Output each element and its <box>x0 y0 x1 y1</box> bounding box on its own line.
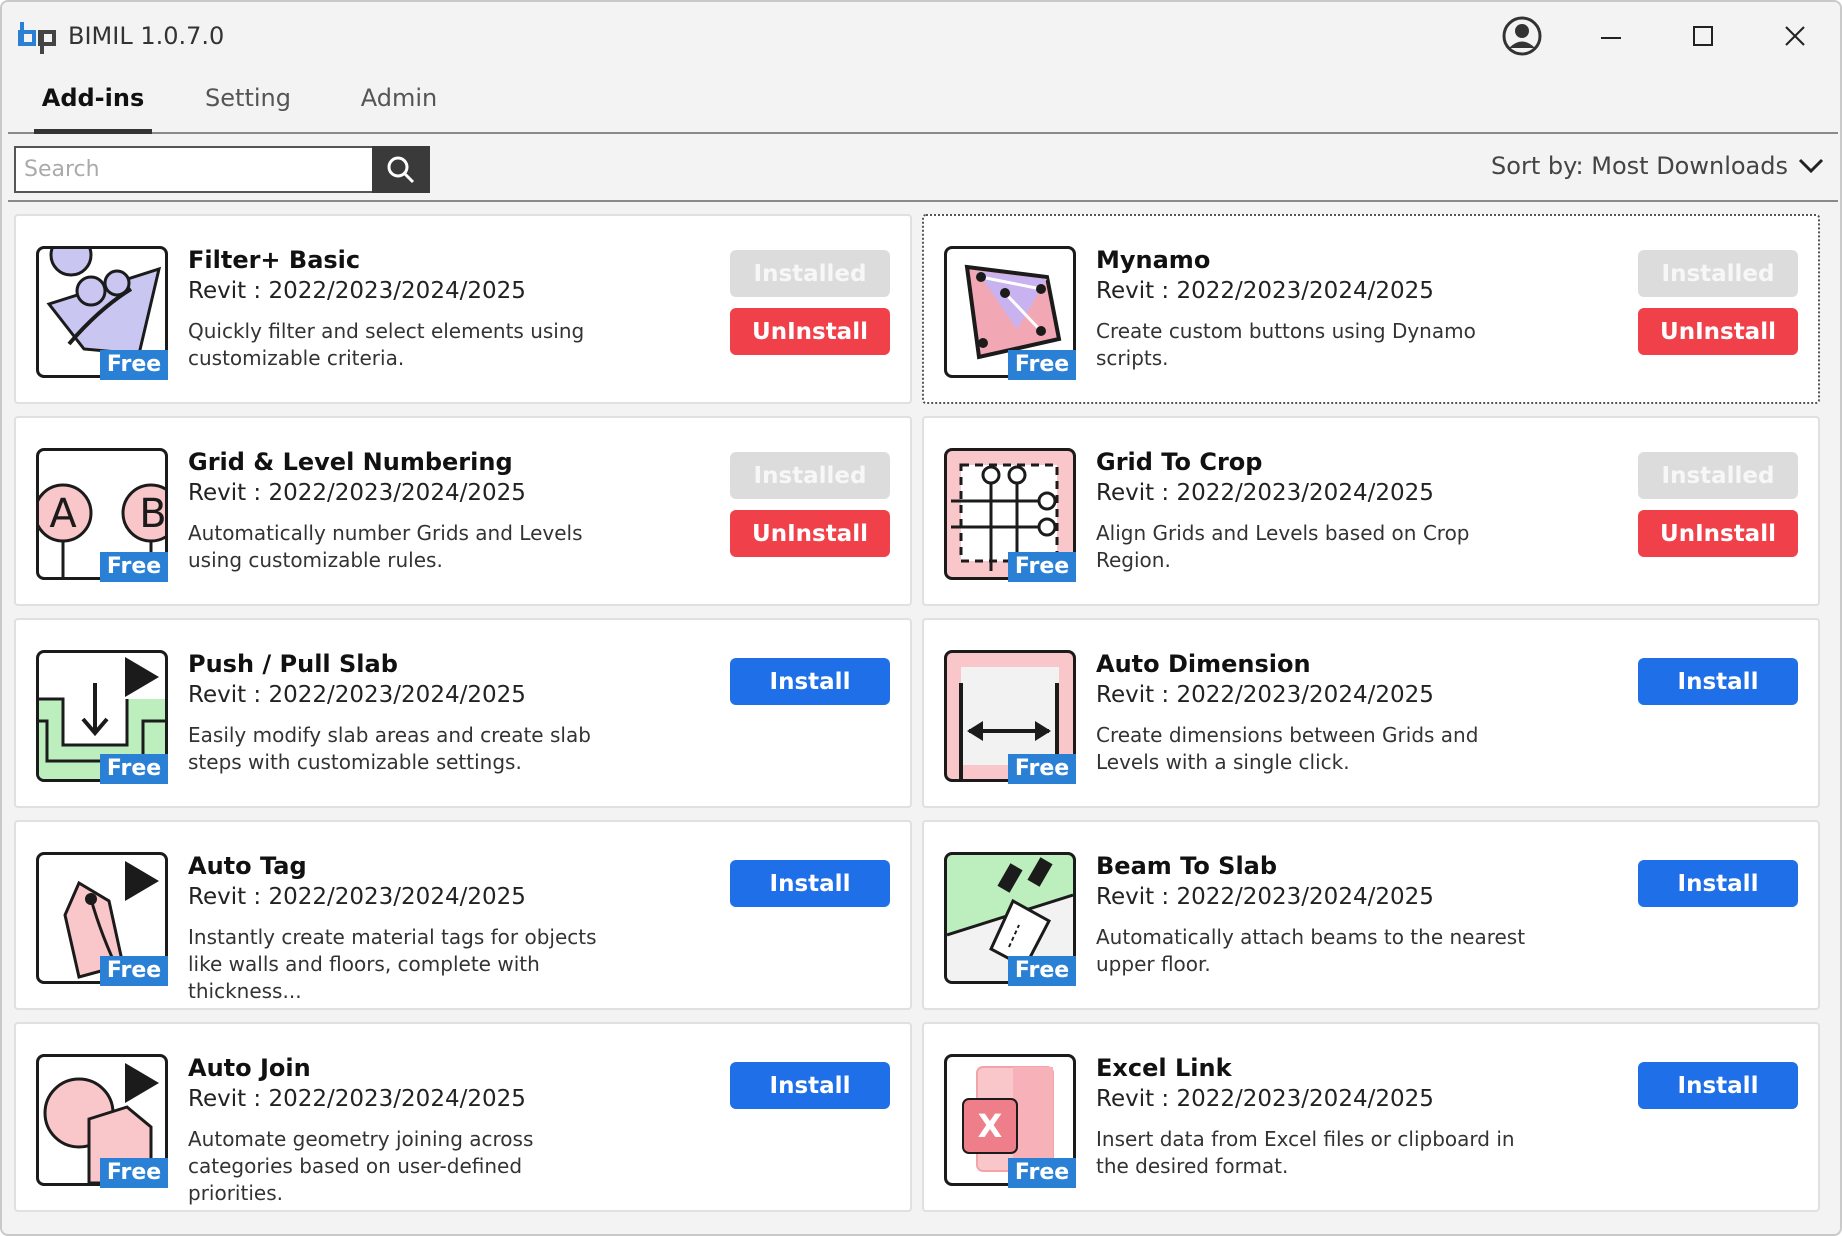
free-badge: Free <box>1008 956 1076 986</box>
addin-title: Mynamo <box>1096 246 1211 274</box>
uninstall-button[interactable]: UnInstall <box>1638 510 1798 557</box>
installed-button[interactable]: Installed <box>1638 452 1798 499</box>
app-logo-icon <box>18 22 56 54</box>
grid-label-b: B <box>139 491 165 537</box>
addin-card: Free Auto Join Revit : 2022/2023/2024/20… <box>14 1022 912 1212</box>
addin-compatibility: Revit : 2022/2023/2024/2025 <box>188 278 526 304</box>
addin-title: Grid & Level Numbering <box>188 448 513 476</box>
chevron-down-icon <box>1798 158 1824 174</box>
free-badge: Free <box>1008 1158 1076 1188</box>
free-badge: Free <box>100 956 168 986</box>
free-badge: Free <box>100 754 168 784</box>
addin-compatibility: Revit : 2022/2023/2024/2025 <box>1096 682 1434 708</box>
sort-dropdown[interactable]: Sort by: Most Downloads <box>1491 152 1824 180</box>
maximize-icon <box>1693 26 1713 46</box>
tab-setting[interactable]: Setting <box>194 84 302 132</box>
addin-title: Excel Link <box>1096 1054 1232 1082</box>
install-button[interactable]: Install <box>730 1062 890 1109</box>
addin-description: Create custom buttons using Dynamo scrip… <box>1096 319 1476 370</box>
maximize-button[interactable] <box>1675 12 1731 60</box>
addin-title: Filter+ Basic <box>188 246 361 274</box>
user-icon <box>1502 16 1542 56</box>
addin-card: Free Push / Pull Slab Revit : 2022/2023/… <box>14 618 912 808</box>
free-badge: Free <box>100 350 168 380</box>
addin-compatibility: Revit : 2022/2023/2024/2025 <box>1096 278 1434 304</box>
sort-label: Sort by: Most Downloads <box>1491 152 1788 180</box>
addin-title: Auto Join <box>188 1054 311 1082</box>
addin-description: Automatically attach beams to the neares… <box>1096 925 1526 976</box>
search-input[interactable] <box>16 148 372 191</box>
minimize-button[interactable] <box>1583 12 1639 60</box>
installed-button[interactable]: Installed <box>730 452 890 499</box>
uninstall-button[interactable]: UnInstall <box>730 510 890 557</box>
addin-card: Free Auto Dimension Revit : 2022/2023/20… <box>922 618 1820 808</box>
addin-title: Beam To Slab <box>1096 852 1278 880</box>
install-button[interactable]: Install <box>1638 860 1798 907</box>
addin-compatibility: Revit : 2022/2023/2024/2025 <box>188 884 526 910</box>
addin-card: A B Free Grid & Level Numbering Revit : … <box>14 416 912 606</box>
installed-button[interactable]: Installed <box>1638 250 1798 297</box>
free-badge: Free <box>1008 350 1076 380</box>
addin-compatibility: Revit : 2022/2023/2024/2025 <box>188 682 526 708</box>
install-button[interactable]: Install <box>730 860 890 907</box>
addin-description: Create dimensions between Grids and Leve… <box>1096 723 1479 774</box>
close-button[interactable] <box>1767 12 1823 60</box>
addin-description: Automate geometry joining across categor… <box>188 1127 534 1205</box>
addin-card: Free Beam To Slab Revit : 2022/2023/2024… <box>922 820 1820 1010</box>
addin-description: Automatically number Grids and Levels us… <box>188 521 583 572</box>
addin-card: Free Mynamo Revit : 2022/2023/2024/2025 … <box>922 214 1820 404</box>
addin-title: Push / Pull Slab <box>188 650 398 678</box>
installed-button[interactable]: Installed <box>730 250 890 297</box>
tab-admin[interactable]: Admin <box>354 84 444 132</box>
addin-compatibility: Revit : 2022/2023/2024/2025 <box>1096 1086 1434 1112</box>
addin-card: Free Grid To Crop Revit : 2022/2023/2024… <box>922 416 1820 606</box>
free-badge: Free <box>100 1158 168 1188</box>
addin-title: Grid To Crop <box>1096 448 1263 476</box>
addin-description: Insert data from Excel files or clipboar… <box>1096 1127 1515 1178</box>
excel-glyph: X <box>978 1107 1003 1145</box>
free-badge: Free <box>100 552 168 582</box>
window-title: BIMIL 1.0.7.0 <box>68 22 225 50</box>
addin-card: Free Filter+ Basic Revit : 2022/2023/202… <box>14 214 912 404</box>
search-icon <box>387 156 415 183</box>
close-icon <box>1785 26 1805 46</box>
uninstall-button[interactable]: UnInstall <box>1638 308 1798 355</box>
install-button[interactable]: Install <box>1638 1062 1798 1109</box>
addin-description: Align Grids and Levels based on Crop Reg… <box>1096 521 1470 572</box>
addin-compatibility: Revit : 2022/2023/2024/2025 <box>188 480 526 506</box>
addin-compatibility: Revit : 2022/2023/2024/2025 <box>188 1086 526 1112</box>
addin-description: Instantly create material tags for objec… <box>188 925 597 1003</box>
addin-title: Auto Dimension <box>1096 650 1311 678</box>
addin-description: Quickly filter and select elements using… <box>188 319 585 370</box>
app-window: BIMIL 1.0.7.0 Add-ins Setting Admin Sear… <box>0 0 1842 1236</box>
addin-card: Free Auto Tag Revit : 2022/2023/2024/202… <box>14 820 912 1010</box>
title-bar: BIMIL 1.0.7.0 <box>2 2 1840 72</box>
tab-add-ins[interactable]: Add-ins <box>34 84 152 134</box>
free-badge: Free <box>1008 754 1076 784</box>
install-button[interactable]: Install <box>1638 658 1798 705</box>
tab-bar: Add-ins Setting Admin <box>8 72 1838 134</box>
minimize-icon <box>1601 37 1621 39</box>
search-field <box>14 146 374 193</box>
addin-card: X Free Excel Link Revit : 2022/2023/2024… <box>922 1022 1820 1212</box>
grid-label-a: A <box>49 491 77 537</box>
divider <box>8 200 1838 202</box>
user-account-button[interactable] <box>1494 12 1550 60</box>
addin-title: Auto Tag <box>188 852 307 880</box>
addin-compatibility: Revit : 2022/2023/2024/2025 <box>1096 884 1434 910</box>
install-button[interactable]: Install <box>730 658 890 705</box>
addin-description: Easily modify slab areas and create slab… <box>188 723 591 774</box>
uninstall-button[interactable]: UnInstall <box>730 308 890 355</box>
free-badge: Free <box>1008 552 1076 582</box>
addin-compatibility: Revit : 2022/2023/2024/2025 <box>1096 480 1434 506</box>
search-button[interactable] <box>372 146 430 193</box>
